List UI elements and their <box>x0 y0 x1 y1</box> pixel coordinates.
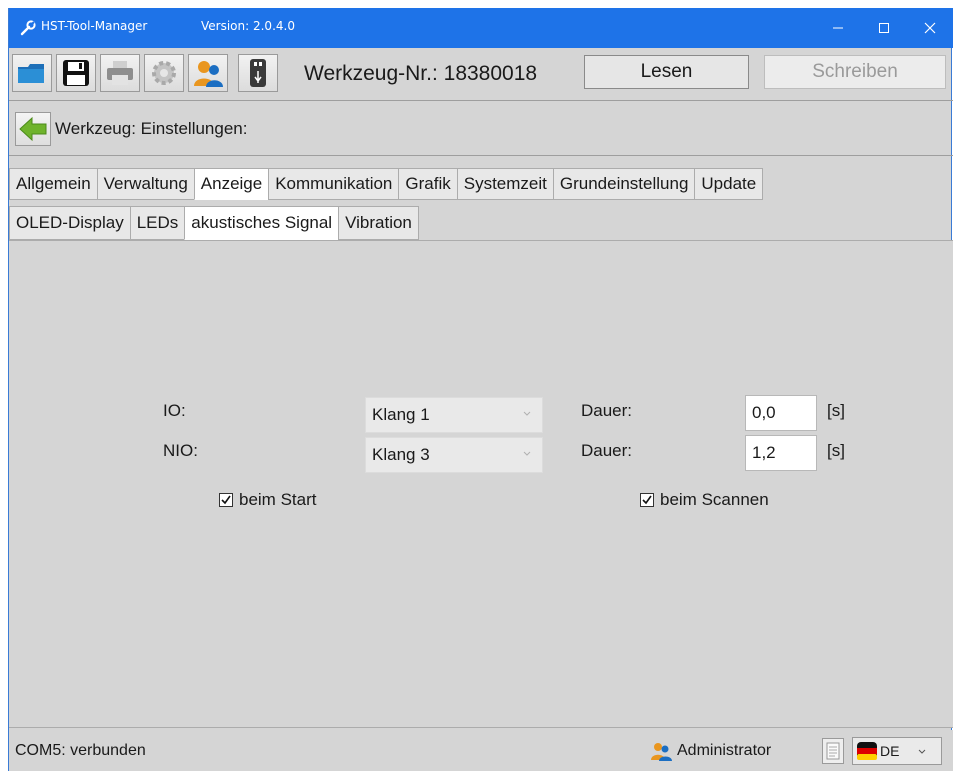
print-icon <box>107 61 133 85</box>
sub-tabs: OLED-Display LEDs akustisches Signal Vib… <box>9 206 419 240</box>
io-sound-value: Klang 1 <box>372 405 430 424</box>
minimize-button[interactable] <box>815 8 861 48</box>
tab-grundeinstellung[interactable]: Grundeinstellung <box>552 168 695 200</box>
read-button[interactable]: Lesen <box>584 55 749 89</box>
version-label: Version: 2.0.4.0 <box>201 19 295 33</box>
io-duration-label: Dauer: <box>581 401 633 420</box>
write-button[interactable]: Schreiben <box>764 55 946 89</box>
breadcrumb: Werkzeug: Einstellungen: <box>9 106 953 152</box>
save-icon <box>63 60 89 86</box>
breadcrumb-divider <box>9 155 953 156</box>
subtab-vibration[interactable]: Vibration <box>338 206 419 240</box>
user-name: Administrator <box>677 742 772 759</box>
on-start-checkbox[interactable]: beim Start <box>219 490 316 510</box>
open-folder-icon <box>18 64 44 83</box>
nio-sound-select[interactable]: Klang 3 <box>365 437 543 473</box>
open-button[interactable] <box>12 54 52 92</box>
io-label: IO: <box>163 401 186 420</box>
window-title: HST-Tool-Manager <box>41 19 148 33</box>
language-select[interactable]: DE <box>852 737 942 765</box>
tab-update[interactable]: Update <box>694 168 764 200</box>
back-button[interactable] <box>15 112 51 146</box>
tab-systemzeit[interactable]: Systemzeit <box>456 168 553 200</box>
settings-gear-icon <box>152 61 176 85</box>
language-value: DE <box>880 743 900 759</box>
print-button[interactable] <box>100 54 140 92</box>
on-scan-label: beim Scannen <box>660 490 769 509</box>
tool-number: Werkzeug-Nr.: 18380018 <box>304 62 538 85</box>
app-window: HST-Tool-Manager Version: 2.0.4.0 Werkze… <box>8 8 953 771</box>
subtab-oled-display[interactable]: OLED-Display <box>9 206 130 240</box>
wrench-icon <box>19 19 37 37</box>
tab-allgemein[interactable]: Allgemein <box>9 168 97 200</box>
settings-button[interactable] <box>144 54 184 92</box>
status-bar: COM5: verbunden Administrator DE <box>9 730 953 771</box>
connection-status: COM5: verbunden <box>15 742 146 759</box>
settings-panel: IO: Klang 1 Dauer: 0,0 [s] NIO: Klang 3 … <box>9 240 953 728</box>
io-duration-input[interactable]: 0,0 <box>745 395 817 431</box>
tab-kommunikation[interactable]: Kommunikation <box>268 168 399 200</box>
current-user: Administrator <box>649 741 771 761</box>
tab-verwaltung[interactable]: Verwaltung <box>96 168 194 200</box>
io-unit-label: [s] <box>827 401 845 420</box>
subtab-akustisches-signal[interactable]: akustisches Signal <box>184 206 339 240</box>
save-button[interactable] <box>56 54 96 92</box>
on-start-label: beim Start <box>239 490 317 509</box>
checkbox-box <box>640 493 654 507</box>
user-button[interactable] <box>188 54 228 92</box>
chevron-down-icon <box>523 451 531 456</box>
tab-grafik[interactable]: Grafik <box>398 168 457 200</box>
checkmark-icon <box>642 495 652 505</box>
minimize-icon <box>833 27 843 29</box>
document-icon <box>826 742 840 760</box>
subtab-leds[interactable]: LEDs <box>129 206 185 240</box>
chevron-down-icon <box>919 749 926 754</box>
usb-device-button[interactable] <box>238 54 278 92</box>
on-scan-checkbox[interactable]: beim Scannen <box>640 490 769 510</box>
notes-button[interactable] <box>822 738 844 764</box>
german-flag-icon <box>857 742 877 760</box>
main-tabs: Allgemein Verwaltung Anzeige Kommunikati… <box>9 168 764 200</box>
close-button[interactable] <box>907 8 953 48</box>
checkmark-icon <box>221 495 231 505</box>
tab-anzeige[interactable]: Anzeige <box>193 168 269 200</box>
back-arrow-icon <box>19 116 47 142</box>
maximize-button[interactable] <box>861 8 907 48</box>
nio-sound-value: Klang 3 <box>372 445 430 464</box>
nio-label: NIO: <box>163 441 198 460</box>
close-icon <box>924 22 936 34</box>
nio-duration-input[interactable]: 1,2 <box>745 435 817 471</box>
chevron-down-icon <box>523 411 531 416</box>
io-sound-select[interactable]: Klang 1 <box>365 397 543 433</box>
maximize-icon <box>879 23 889 33</box>
usb-device-icon <box>250 59 266 87</box>
user-icon <box>651 743 672 761</box>
nio-unit-label: [s] <box>827 441 845 460</box>
nio-duration-label: Dauer: <box>581 441 633 460</box>
toolbar-divider <box>9 100 953 101</box>
toolbar: Werkzeug-Nr.: 18380018 Lesen Schreiben <box>9 48 953 98</box>
page-title: Werkzeug: Einstellungen: <box>55 119 248 138</box>
title-bar: HST-Tool-Manager Version: 2.0.4.0 <box>9 8 953 48</box>
user-icon <box>194 61 223 87</box>
checkbox-box <box>219 493 233 507</box>
